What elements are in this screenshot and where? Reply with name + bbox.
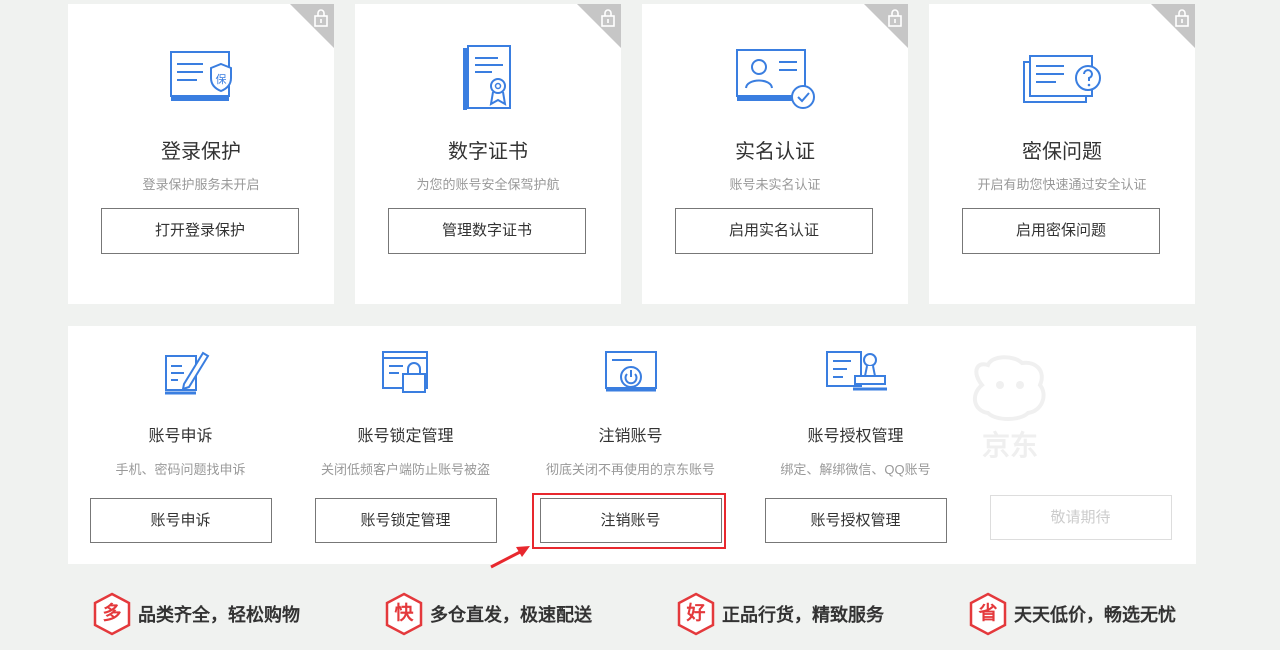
card-title: 登录保护 [161,141,241,163]
locked-window-icon [381,351,428,393]
card-title: 实名认证 [735,141,815,163]
security-card-security-question: 密保问题 开启有助您快速通过安全认证 启用密保问题 [929,4,1195,304]
watermark-text: 京东 [982,429,1038,462]
manage-certificate-button[interactable]: 管理数字证书 [388,208,586,254]
lock-icon [1175,9,1189,27]
promo-text: 正品行货，精致服务 [722,605,884,625]
svg-text:保: 保 [216,72,227,86]
promo-text: 多仓直发，极速配送 [430,605,592,625]
lock-icon [888,9,902,27]
enable-security-question-button[interactable]: 启用密保问题 [962,208,1160,254]
id-card-check-icon [736,49,815,109]
service-title: 账号申诉 [148,428,213,445]
card-title: 数字证书 [448,141,528,163]
security-card-real-name: 实名认证 账号未实名认证 启用实名认证 [642,4,908,304]
jd-dog-watermark-icon: 京东 [972,355,1046,462]
service-account-appeal: 账号申诉 手机、密码问题找申诉 账号申诉 [68,326,293,564]
promo-badge-char: 多 [102,603,122,624]
edit-document-icon [164,351,209,395]
promo-badge-char: 好 [686,603,706,624]
account-appeal-button[interactable]: 账号申诉 [89,498,272,543]
authorization-manage-button[interactable]: 账号授权管理 [764,498,947,543]
lock-icon [601,9,615,27]
account-lock-button[interactable]: 账号锁定管理 [314,498,497,543]
security-card-login-protection: 保 登录保护 登录保护服务未开启 打开登录保护 [68,4,334,304]
card-description: 开启有助您快速通过安全认证 [977,177,1147,192]
service-description: 彻底关闭不再使用的京东账号 [545,462,715,477]
service-description: 关闭低频客户端防止账号被盗 [320,462,490,477]
promo-text: 品类齐全，轻松购物 [138,605,300,625]
security-card-digital-certificate: 数字证书 为您的账号安全保驾护航 管理数字证书 [355,4,621,304]
service-title: 账号授权管理 [807,428,904,445]
service-account-lock: 账号锁定管理 关闭低频客户端防止账号被盗 账号锁定管理 [293,326,518,564]
card-description: 为您的账号安全保驾护航 [416,177,560,192]
card-description: 账号未实名认证 [729,177,821,192]
service-authorization: 账号授权管理 绑定、解绑微信、QQ账号 账号授权管理 [743,326,968,564]
coming-soon-button: 敬请期待 [989,495,1172,540]
service-title: 账号锁定管理 [357,428,454,445]
promo-text: 天天低价，畅选无忧 [1014,605,1176,625]
promo-badge-char: 快 [394,603,414,624]
promo-badge-char: 省 [978,603,998,624]
certificate-icon [463,45,511,110]
question-cards-icon [1023,55,1101,103]
shield-document-icon: 保 [170,51,232,101]
service-title: 注销账号 [598,428,663,445]
card-title: 密保问题 [1022,141,1102,163]
highlight-box [532,493,726,549]
lock-icon [314,9,328,27]
power-window-icon [604,351,657,392]
arrow-annotation-icon [490,546,530,569]
service-description: 绑定、解绑微信、QQ账号 [780,462,931,477]
open-login-protection-button[interactable]: 打开登录保护 [101,208,299,254]
service-description: 手机、密码问题找申诉 [115,462,246,477]
stamp-document-icon [825,351,887,391]
card-description: 登录保护服务未开启 [142,177,260,192]
enable-real-name-button[interactable]: 启用实名认证 [675,208,873,254]
